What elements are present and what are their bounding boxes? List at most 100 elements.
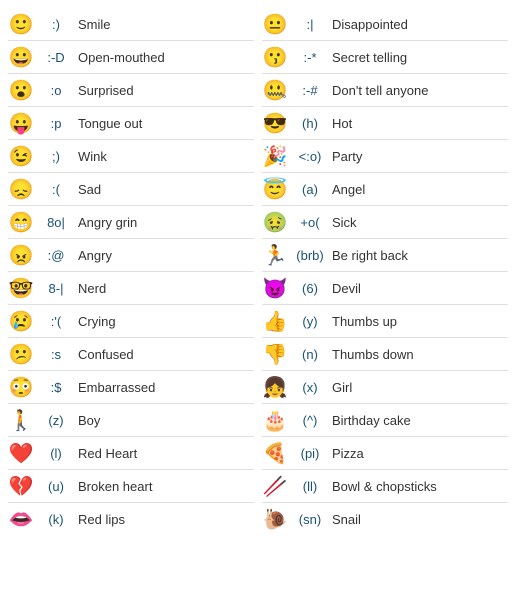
emoji-label: Angry: [78, 248, 254, 263]
emoji-icon: 👎: [262, 341, 288, 367]
emoji-label: Secret telling: [332, 50, 508, 65]
emoji-shortcode: (z): [34, 413, 78, 428]
emoji-label: Surprised: [78, 83, 254, 98]
emoji-shortcode: :-D: [34, 50, 78, 65]
list-item: 🥢(ll)Bowl & chopsticks: [258, 470, 512, 502]
emoji-icon: ❤️: [8, 440, 34, 466]
emoji-icon: 😁: [8, 209, 34, 235]
emoji-shortcode: (l): [34, 446, 78, 461]
emoji-icon: 👧: [262, 374, 288, 400]
emoji-icon: 😗: [262, 44, 288, 70]
list-item: 😗:-*Secret telling: [258, 41, 512, 73]
list-item: 😈(6)Devil: [258, 272, 512, 304]
emoji-icon: 🥢: [262, 473, 288, 499]
emoji-shortcode: ;): [34, 149, 78, 164]
emoji-label: Party: [332, 149, 508, 164]
emoji-label: Wink: [78, 149, 254, 164]
emoji-icon: 🤓: [8, 275, 34, 301]
emoji-shortcode: :): [34, 17, 78, 32]
emoji-label: Red lips: [78, 512, 254, 527]
emoji-label: Disappointed: [332, 17, 508, 32]
emoji-shortcode: :(: [34, 182, 78, 197]
emoji-label: Girl: [332, 380, 508, 395]
emoji-label: Broken heart: [78, 479, 254, 494]
emoji-shortcode: (ll): [288, 479, 332, 494]
emoji-icon: 🚶: [8, 407, 34, 433]
emoji-table: 🙂:)Smile😀:-DOpen-mouthed😮:oSurprised😛:pT…: [4, 8, 512, 535]
list-item: 😐:|Disappointed: [258, 8, 512, 40]
list-item: 🚶(z)Boy: [4, 404, 258, 436]
emoji-shortcode: :$: [34, 380, 78, 395]
emoji-icon: 😈: [262, 275, 288, 301]
list-item: 😁8o|Angry grin: [4, 206, 258, 238]
emoji-label: Be right back: [332, 248, 508, 263]
emoji-shortcode: (x): [288, 380, 332, 395]
emoji-icon: 👍: [262, 308, 288, 334]
list-item: 😳:$Embarrassed: [4, 371, 258, 403]
emoji-shortcode: (u): [34, 479, 78, 494]
emoji-icon: 😐: [262, 11, 288, 37]
list-item: 😮:oSurprised: [4, 74, 258, 106]
emoji-shortcode: +o(: [288, 215, 332, 230]
emoji-shortcode: :-*: [288, 50, 332, 65]
emoji-shortcode: (k): [34, 512, 78, 527]
emoji-shortcode: (a): [288, 182, 332, 197]
emoji-label: Bowl & chopsticks: [332, 479, 508, 494]
list-item: 🍕(pi)Pizza: [258, 437, 512, 469]
right-column: 😐:|Disappointed😗:-*Secret telling🤐:-#Don…: [258, 8, 512, 535]
emoji-shortcode: <:o): [288, 149, 332, 164]
list-item: 👎(n)Thumbs down: [258, 338, 512, 370]
list-item: 💔(u)Broken heart: [4, 470, 258, 502]
emoji-label: Hot: [332, 116, 508, 131]
emoji-label: Nerd: [78, 281, 254, 296]
emoji-label: Snail: [332, 512, 508, 527]
emoji-icon: 😎: [262, 110, 288, 136]
emoji-icon: 🤐: [262, 77, 288, 103]
list-item: 🏃(brb)Be right back: [258, 239, 512, 271]
emoji-shortcode: (h): [288, 116, 332, 131]
list-item: 😉;)Wink: [4, 140, 258, 172]
emoji-icon: 😢: [8, 308, 34, 334]
emoji-icon: 🎉: [262, 143, 288, 169]
emoji-icon: 🤢: [262, 209, 288, 235]
list-item: 👍(y)Thumbs up: [258, 305, 512, 337]
emoji-label: Open-mouthed: [78, 50, 254, 65]
emoji-shortcode: (brb): [288, 248, 332, 263]
emoji-shortcode: :'(: [34, 314, 78, 329]
left-column: 🙂:)Smile😀:-DOpen-mouthed😮:oSurprised😛:pT…: [4, 8, 258, 535]
list-item: 😢:'(Crying: [4, 305, 258, 337]
emoji-label: Tongue out: [78, 116, 254, 131]
emoji-icon: 👄: [8, 506, 34, 532]
emoji-icon: 💔: [8, 473, 34, 499]
list-item: 👧(x)Girl: [258, 371, 512, 403]
list-item: 😞:(Sad: [4, 173, 258, 205]
emoji-label: Confused: [78, 347, 254, 362]
list-item: 😀:-DOpen-mouthed: [4, 41, 258, 73]
emoji-shortcode: (n): [288, 347, 332, 362]
emoji-label: Thumbs down: [332, 347, 508, 362]
emoji-shortcode: :p: [34, 116, 78, 131]
emoji-shortcode: :@: [34, 248, 78, 263]
emoji-icon: 😞: [8, 176, 34, 202]
emoji-label: Sad: [78, 182, 254, 197]
emoji-shortcode: (sn): [288, 512, 332, 527]
emoji-shortcode: (^): [288, 413, 332, 428]
emoji-icon: 😕: [8, 341, 34, 367]
emoji-label: Thumbs up: [332, 314, 508, 329]
emoji-shortcode: (pi): [288, 446, 332, 461]
emoji-icon: 😮: [8, 77, 34, 103]
emoji-label: Sick: [332, 215, 508, 230]
list-item: 🤢+o(Sick: [258, 206, 512, 238]
emoji-shortcode: :s: [34, 347, 78, 362]
emoji-label: Birthday cake: [332, 413, 508, 428]
emoji-icon: 😳: [8, 374, 34, 400]
list-item: 😛:pTongue out: [4, 107, 258, 139]
list-item: 😎(h)Hot: [258, 107, 512, 139]
emoji-label: Angry grin: [78, 215, 254, 230]
list-item: ❤️(l)Red Heart: [4, 437, 258, 469]
emoji-shortcode: 8-|: [34, 281, 78, 296]
emoji-label: Smile: [78, 17, 254, 32]
emoji-shortcode: :o: [34, 83, 78, 98]
list-item: 🙂:)Smile: [4, 8, 258, 40]
list-item: 😕:sConfused: [4, 338, 258, 370]
